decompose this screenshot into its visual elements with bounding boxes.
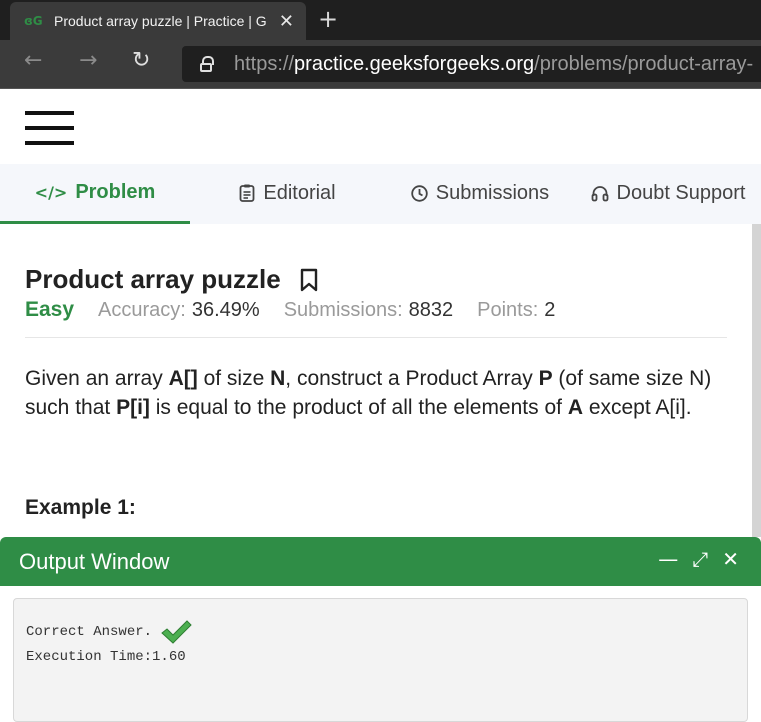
result-text: Correct Answer. [26, 624, 153, 640]
desc-bold: P [538, 367, 553, 390]
expand-icon[interactable]: ⤢ [692, 547, 708, 571]
tab-editorial[interactable]: Editorial [190, 164, 385, 222]
accuracy-label: Accuracy: [98, 299, 186, 321]
accuracy-value: 36.49% [191, 299, 260, 321]
submissions-value: 8832 [408, 299, 454, 321]
points-value: 2 [544, 299, 556, 321]
problem-meta: Easy Accuracy: 36.49% Submissions: 8832 … [25, 298, 579, 322]
points-label: Points: [477, 299, 539, 321]
code-icon: </> [34, 183, 68, 202]
back-arrow-icon[interactable]: ← [24, 48, 42, 73]
output-window-body: Correct Answer. Execution Time:1.60 [13, 598, 748, 722]
hamburger-menu-icon[interactable] [25, 111, 74, 145]
problem-title-row: Product array puzzle [25, 264, 319, 295]
tab-problem[interactable]: </> Problem [0, 164, 190, 224]
content-scrollbar[interactable] [752, 224, 761, 544]
close-icon[interactable]: ✕ [722, 547, 739, 571]
problem-title: Product array puzzle [25, 264, 281, 294]
output-window-header: Output Window — ⤢ ✕ [0, 537, 761, 586]
browser-tab-title: Product array puzzle | Practice | G [54, 13, 267, 29]
tab-submissions-label: Submissions [435, 181, 550, 204]
site-header [0, 89, 761, 164]
address-bar[interactable]: https://practice.geeksforgeeks.org/probl… [182, 46, 761, 82]
tab-doubt-support-label: Doubt Support [616, 181, 746, 204]
problem-description: Given an array A[] of size N, construct … [25, 364, 730, 422]
close-tab-icon[interactable]: ✕ [279, 11, 294, 32]
reload-icon[interactable]: ↻ [132, 48, 150, 73]
url-host: practice.geeksforgeeks.org [294, 52, 535, 75]
tab-submissions[interactable]: Submissions [385, 164, 575, 222]
geeksforgeeks-favicon-icon: ɞG [24, 14, 43, 28]
submissions-label: Submissions: [283, 299, 403, 321]
desc-bold: P[i] [116, 396, 150, 419]
result-line: Correct Answer. [26, 618, 192, 646]
desc-text: Given an array [25, 367, 169, 390]
browser-toolbar: ← → ↻ https://practice.geeksforgeeks.org… [0, 40, 761, 89]
divider [25, 337, 727, 338]
browser-tab[interactable]: ɞG Product array puzzle | Practice | G ✕ [10, 2, 306, 40]
clock-icon [411, 184, 428, 202]
problem-content: Product array puzzle Easy Accuracy: 36.4… [0, 224, 752, 544]
example-heading: Example 1: [25, 496, 136, 519]
desc-text: is equal to the product of all the eleme… [149, 396, 568, 419]
bookmark-icon[interactable] [299, 268, 319, 292]
tab-problem-label: Problem [75, 181, 156, 203]
output-window-controls: — ⤢ ✕ [658, 547, 739, 571]
minimize-icon[interactable]: — [658, 547, 678, 571]
browser-tab-bar: ɞG Product array puzzle | Practice | G ✕… [0, 0, 761, 40]
desc-text: except A[i]. [582, 396, 692, 419]
desc-text: , construct a Product Array [285, 367, 539, 390]
desc-bold: A [567, 396, 583, 419]
headset-icon [591, 185, 608, 201]
difficulty-badge: Easy [25, 298, 75, 321]
execution-time: Execution Time:1.60 [26, 649, 186, 665]
lock-icon [200, 56, 214, 72]
desc-bold: N [270, 367, 286, 390]
url-text[interactable]: https://practice.geeksforgeeks.org/probl… [234, 53, 753, 76]
problem-tabs: </> Problem Editorial Submissions Doubt … [0, 164, 761, 224]
new-tab-icon[interactable]: + [318, 5, 338, 33]
forward-arrow-icon[interactable]: → [79, 48, 97, 73]
checkmark-icon [161, 620, 192, 644]
url-scheme: https:// [234, 52, 295, 75]
output-window: Output Window — ⤢ ✕ Correct Answer. Exec… [0, 537, 761, 722]
tab-editorial-label: Editorial [263, 181, 336, 204]
desc-text: of size [197, 367, 271, 390]
tab-doubt-support[interactable]: Doubt Support [575, 164, 761, 222]
document-icon [239, 184, 255, 202]
output-window-title: Output Window [19, 549, 170, 574]
url-path: /problems/product-array- [534, 52, 754, 75]
desc-bold: A[] [168, 367, 198, 390]
